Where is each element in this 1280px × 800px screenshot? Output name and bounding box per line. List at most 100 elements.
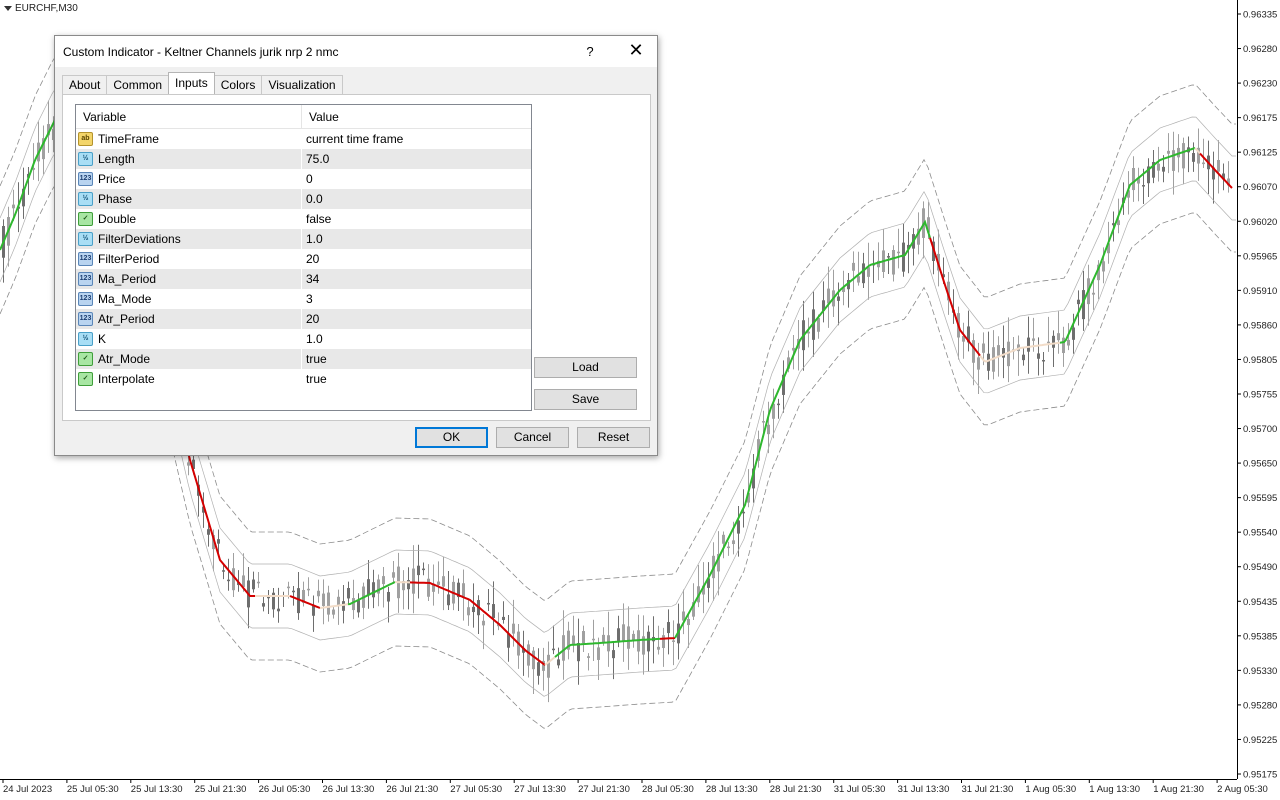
variable-name: Interpolate [98,372,155,386]
candle-body [1047,341,1050,344]
column-header-value[interactable]: Value [302,105,339,128]
value-cell[interactable]: 34 [302,269,319,289]
variable-name: Ma_Period [98,272,157,286]
double-type-icon: ½ [78,192,93,206]
candle-body [592,638,595,641]
input-row-k[interactable]: ½ K 1.0 [76,329,531,349]
candle-body [897,251,900,254]
candle-body [762,421,765,423]
price-tick-label: 0.95540 [1243,528,1277,539]
ok-button[interactable]: OK [415,427,488,448]
candle-body [1032,338,1035,341]
column-header-variable[interactable]: Variable [76,105,302,128]
help-button[interactable]: ? [579,36,601,67]
candle-body [217,539,220,544]
value-cell[interactable]: 0 [302,169,313,189]
input-row-filterdeviations[interactable]: ½ FilterDeviations 1.0 [76,229,531,249]
input-row-atr-period[interactable]: 123 Atr_Period 20 [76,309,531,329]
value-cell[interactable]: 20 [302,309,319,329]
value-cell[interactable]: false [302,209,331,229]
candle-body [327,592,330,615]
input-row-ma-mode[interactable]: 123 Ma_Mode 3 [76,289,531,309]
value-cell[interactable]: true [302,369,327,389]
value-cell[interactable]: 3 [302,289,313,309]
tab-inputs[interactable]: Inputs [168,72,215,94]
grid-rows: ab TimeFrame current time frame ½ Length 75.0… [76,129,531,389]
load-button[interactable]: Load [534,357,637,378]
value-cell[interactable]: 20 [302,249,319,269]
candle-body [1167,150,1170,154]
boolean-type-icon: ✓ [78,212,93,226]
inputs-grid: Variable Value ab TimeFrame current time f… [75,104,532,411]
candle-body [737,520,740,534]
value-cell[interactable]: current time frame [302,129,403,149]
input-row-price[interactable]: 123 Price 0 [76,169,531,189]
candle-body [1002,348,1005,358]
dialog-title: Custom Indicator - Keltner Channels juri… [63,45,339,59]
close-button[interactable]: ✕ [621,36,651,67]
candle-body [987,353,990,371]
inputs-panel: Variable Value ab TimeFrame current time f… [62,94,651,421]
price-tick-label: 0.95755 [1243,390,1277,401]
candle-body [442,576,445,587]
candle-body [557,659,560,666]
variable-name: Price [98,172,126,186]
variable-cell: ½ Phase [76,189,302,209]
candle-body [1052,335,1055,348]
save-button[interactable]: Save [534,389,637,410]
candle-body [852,262,855,271]
reset-button[interactable]: Reset [577,427,650,448]
price-tick-label: 0.95225 [1243,735,1277,746]
tab-about[interactable]: About [62,75,108,94]
time-tick-label: 25 Jul 05:30 [67,784,119,795]
candle-body [262,603,265,607]
candle-body [892,249,895,275]
candle-body [982,343,985,353]
candle-body [622,624,625,642]
input-row-filterperiod[interactable]: 123 FilterPeriod 20 [76,249,531,269]
input-row-phase[interactable]: ½ Phase 0.0 [76,189,531,209]
candle-body [537,662,540,676]
candle-body [417,565,420,576]
value-cell[interactable]: true [302,349,327,369]
tab-colors[interactable]: Colors [213,75,263,94]
variable-cell: 123 FilterPeriod [76,249,302,269]
input-row-length[interactable]: ½ Length 75.0 [76,149,531,169]
candle-body [867,267,870,277]
input-row-timeframe[interactable]: ab TimeFrame current time frame [76,129,531,149]
candle-body [1027,337,1030,352]
candle-body [862,263,865,284]
candle-body [1172,150,1175,171]
price-tick-label: 0.95910 [1243,286,1277,297]
candle-body [997,345,1000,356]
input-row-double[interactable]: ✓ Double false [76,209,531,229]
tab-common[interactable]: Common [106,75,170,94]
time-tick-label: 28 Jul 05:30 [642,784,694,795]
input-row-ma-period[interactable]: 123 Ma_Period 34 [76,269,531,289]
candle-body [472,606,475,613]
time-tick-label: 28 Jul 13:30 [706,784,758,795]
candle-body [372,582,375,598]
value-cell[interactable]: 0.0 [302,189,323,209]
candle-body [512,623,515,634]
tab-visualization[interactable]: Visualization [261,75,343,94]
candle-body [312,605,315,616]
candle-body [527,644,530,666]
price-tick-label: 0.95700 [1243,424,1277,435]
value-cell[interactable]: 75.0 [302,149,329,169]
price-tick-label: 0.96335 [1243,10,1277,21]
value-cell[interactable]: 1.0 [302,329,323,349]
candle-body [382,576,385,585]
candle-body [242,575,245,587]
input-row-interpolate[interactable]: ✓ Interpolate true [76,369,531,389]
cancel-button[interactable]: Cancel [496,427,569,448]
integer-type-icon: 123 [78,312,93,326]
candle-body [287,586,290,589]
value-cell[interactable]: 1.0 [302,229,323,249]
input-row-atr-mode[interactable]: ✓ Atr_Mode true [76,349,531,369]
dialog-titlebar[interactable]: Custom Indicator - Keltner Channels juri… [55,36,657,67]
candle-body [572,635,575,645]
candle-body [252,579,255,590]
candle-body [597,647,600,660]
candle-body [482,620,485,626]
